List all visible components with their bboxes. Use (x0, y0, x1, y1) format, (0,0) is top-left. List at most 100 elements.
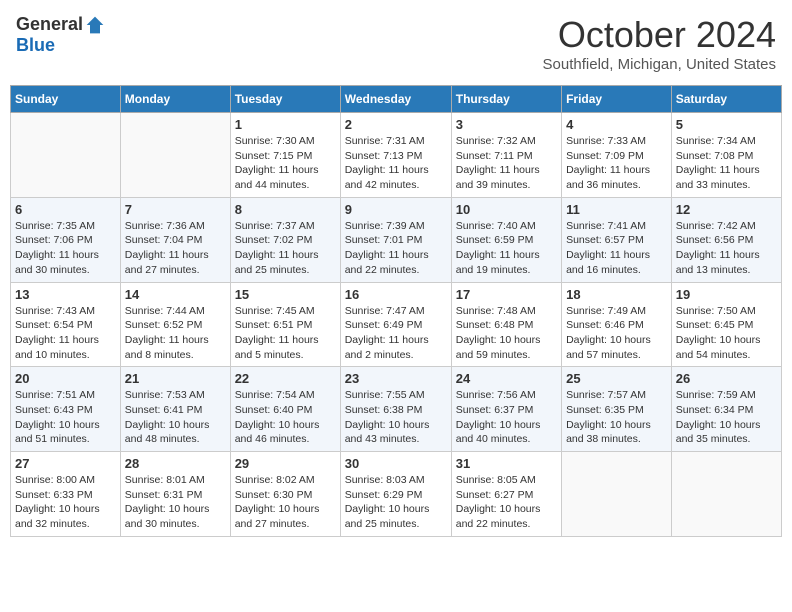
day-number: 13 (15, 287, 116, 302)
day-info: Sunrise: 7:55 AMSunset: 6:38 PMDaylight:… (345, 388, 447, 447)
day-info: Sunrise: 7:56 AMSunset: 6:37 PMDaylight:… (456, 388, 557, 447)
header-monday: Monday (120, 86, 230, 113)
day-number: 14 (125, 287, 226, 302)
table-row: 13Sunrise: 7:43 AMSunset: 6:54 PMDayligh… (11, 282, 121, 367)
day-number: 5 (676, 117, 777, 132)
header-friday: Friday (562, 86, 672, 113)
calendar-week-row: 13Sunrise: 7:43 AMSunset: 6:54 PMDayligh… (11, 282, 782, 367)
logo-blue-text: Blue (16, 35, 55, 56)
day-info: Sunrise: 8:01 AMSunset: 6:31 PMDaylight:… (125, 473, 226, 532)
table-row: 21Sunrise: 7:53 AMSunset: 6:41 PMDayligh… (120, 367, 230, 452)
day-number: 15 (235, 287, 336, 302)
day-info: Sunrise: 7:51 AMSunset: 6:43 PMDaylight:… (15, 388, 116, 447)
day-info: Sunrise: 8:02 AMSunset: 6:30 PMDaylight:… (235, 473, 336, 532)
table-row (671, 452, 781, 537)
day-number: 3 (456, 117, 557, 132)
table-row: 14 Sunrise: 7:44 AMSunset: 6:52 PMDayligh… (120, 282, 230, 367)
calendar-header-row: Sunday Monday Tuesday Wednesday Thursday… (11, 86, 782, 113)
header-saturday: Saturday (671, 86, 781, 113)
day-number: 10 (456, 202, 557, 217)
day-info: Sunrise: 7:33 AMSunset: 7:09 PMDaylight:… (566, 134, 667, 193)
logo-general-text: General (16, 14, 83, 35)
day-info: Sunrise: 8:05 AMSunset: 6:27 PMDaylight:… (456, 473, 557, 532)
table-row: 26 Sunrise: 7:59 AMSunset: 6:34 PMDayligh… (671, 367, 781, 452)
calendar-week-row: 6 Sunrise: 7:35 AMSunset: 7:06 PMDaylight… (11, 197, 782, 282)
day-info: Sunrise: 7:32 AMSunset: 7:11 PMDaylight:… (456, 134, 557, 193)
day-number: 27 (15, 456, 116, 471)
day-info: Sunrise: 7:47 AMSunset: 6:49 PMDaylight:… (345, 304, 447, 363)
day-info: Sunrise: 7:59 AMSunset: 6:34 PMDaylight:… (676, 388, 777, 447)
table-row: 4Sunrise: 7:33 AMSunset: 7:09 PMDaylight… (562, 113, 672, 198)
day-info: Sunrise: 7:50 AMSunset: 6:45 PMDaylight:… (676, 304, 777, 363)
table-row: 9 Sunrise: 7:39 AMSunset: 7:01 PMDaylight… (340, 197, 451, 282)
day-number: 29 (235, 456, 336, 471)
day-info: Sunrise: 7:39 AMSunset: 7:01 PMDaylight:… (345, 219, 447, 278)
table-row: 29 Sunrise: 8:02 AMSunset: 6:30 PMDayligh… (230, 452, 340, 537)
day-number: 24 (456, 371, 557, 386)
day-info: Sunrise: 7:44 AMSunset: 6:52 PMDaylight:… (125, 304, 226, 363)
day-number: 23 (345, 371, 447, 386)
day-info: Sunrise: 7:30 AMSunset: 7:15 PMDaylight:… (235, 134, 336, 193)
calendar-table: Sunday Monday Tuesday Wednesday Thursday… (10, 85, 782, 537)
table-row: 11 Sunrise: 7:41 AMSunset: 6:57 PMDayligh… (562, 197, 672, 282)
table-row: 17Sunrise: 7:48 AMSunset: 6:48 PMDayligh… (451, 282, 561, 367)
table-row: 10 Sunrise: 7:40 AMSunset: 6:59 PMDayligh… (451, 197, 561, 282)
day-info: Sunrise: 7:41 AMSunset: 6:57 PMDaylight:… (566, 219, 667, 278)
header-wednesday: Wednesday (340, 86, 451, 113)
day-number: 19 (676, 287, 777, 302)
day-info: Sunrise: 8:00 AMSunset: 6:33 PMDaylight:… (15, 473, 116, 532)
day-info: Sunrise: 8:03 AMSunset: 6:29 PMDaylight:… (345, 473, 447, 532)
day-number: 9 (345, 202, 447, 217)
day-info: Sunrise: 7:40 AMSunset: 6:59 PMDaylight:… (456, 219, 557, 278)
header-thursday: Thursday (451, 86, 561, 113)
table-row: 27 Sunrise: 8:00 AMSunset: 6:33 PMDayligh… (11, 452, 121, 537)
table-row (11, 113, 121, 198)
table-row: 31 Sunrise: 8:05 AMSunset: 6:27 PMDayligh… (451, 452, 561, 537)
day-number: 30 (345, 456, 447, 471)
location-subtitle: Southfield, Michigan, United States (543, 56, 776, 73)
day-number: 11 (566, 202, 667, 217)
header-sunday: Sunday (11, 86, 121, 113)
day-info: Sunrise: 7:54 AMSunset: 6:40 PMDaylight:… (235, 388, 336, 447)
table-row: 12Sunrise: 7:42 AMSunset: 6:56 PMDayligh… (671, 197, 781, 282)
day-number: 26 (676, 371, 777, 386)
day-number: 31 (456, 456, 557, 471)
table-row: 30 Sunrise: 8:03 AMSunset: 6:29 PMDayligh… (340, 452, 451, 537)
title-section: October 2024 Southfield, Michigan, Unite… (543, 14, 776, 73)
day-info: Sunrise: 7:37 AMSunset: 7:02 PMDaylight:… (235, 219, 336, 278)
calendar-week-row: 1 Sunrise: 7:30 AMSunset: 7:15 PMDaylight… (11, 113, 782, 198)
table-row: 6 Sunrise: 7:35 AMSunset: 7:06 PMDaylight… (11, 197, 121, 282)
day-number: 6 (15, 202, 116, 217)
day-number: 28 (125, 456, 226, 471)
day-number: 21 (125, 371, 226, 386)
table-row: 22Sunrise: 7:54 AMSunset: 6:40 PMDayligh… (230, 367, 340, 452)
day-number: 2 (345, 117, 447, 132)
table-row: 25Sunrise: 7:57 AMSunset: 6:35 PMDayligh… (562, 367, 672, 452)
table-row: 2Sunrise: 7:31 AMSunset: 7:13 PMDaylight… (340, 113, 451, 198)
day-info: Sunrise: 7:35 AMSunset: 7:06 PMDaylight:… (15, 219, 116, 278)
logo-icon (85, 15, 105, 35)
day-info: Sunrise: 7:45 AMSunset: 6:51 PMDaylight:… (235, 304, 336, 363)
table-row: 1 Sunrise: 7:30 AMSunset: 7:15 PMDaylight… (230, 113, 340, 198)
table-row: 15 Sunrise: 7:45 AMSunset: 6:51 PMDayligh… (230, 282, 340, 367)
calendar-week-row: 20Sunrise: 7:51 AMSunset: 6:43 PMDayligh… (11, 367, 782, 452)
table-row: 7Sunrise: 7:36 AMSunset: 7:04 PMDaylight… (120, 197, 230, 282)
day-info: Sunrise: 7:34 AMSunset: 7:08 PMDaylight:… (676, 134, 777, 193)
calendar-week-row: 27 Sunrise: 8:00 AMSunset: 6:33 PMDayligh… (11, 452, 782, 537)
day-info: Sunrise: 7:57 AMSunset: 6:35 PMDaylight:… (566, 388, 667, 447)
table-row: 19 Sunrise: 7:50 AMSunset: 6:45 PMDayligh… (671, 282, 781, 367)
table-row: 24 Sunrise: 7:56 AMSunset: 6:37 PMDayligh… (451, 367, 561, 452)
day-number: 1 (235, 117, 336, 132)
table-row: 8Sunrise: 7:37 AMSunset: 7:02 PMDaylight… (230, 197, 340, 282)
page-header: General Blue October 2024 Southfield, Mi… (10, 10, 782, 77)
day-info: Sunrise: 7:49 AMSunset: 6:46 PMDaylight:… (566, 304, 667, 363)
month-title: October 2024 (543, 14, 776, 56)
day-number: 7 (125, 202, 226, 217)
day-number: 17 (456, 287, 557, 302)
table-row: 20Sunrise: 7:51 AMSunset: 6:43 PMDayligh… (11, 367, 121, 452)
day-number: 18 (566, 287, 667, 302)
day-number: 12 (676, 202, 777, 217)
table-row: 23 Sunrise: 7:55 AMSunset: 6:38 PMDayligh… (340, 367, 451, 452)
table-row: 18 Sunrise: 7:49 AMSunset: 6:46 PMDayligh… (562, 282, 672, 367)
header-tuesday: Tuesday (230, 86, 340, 113)
